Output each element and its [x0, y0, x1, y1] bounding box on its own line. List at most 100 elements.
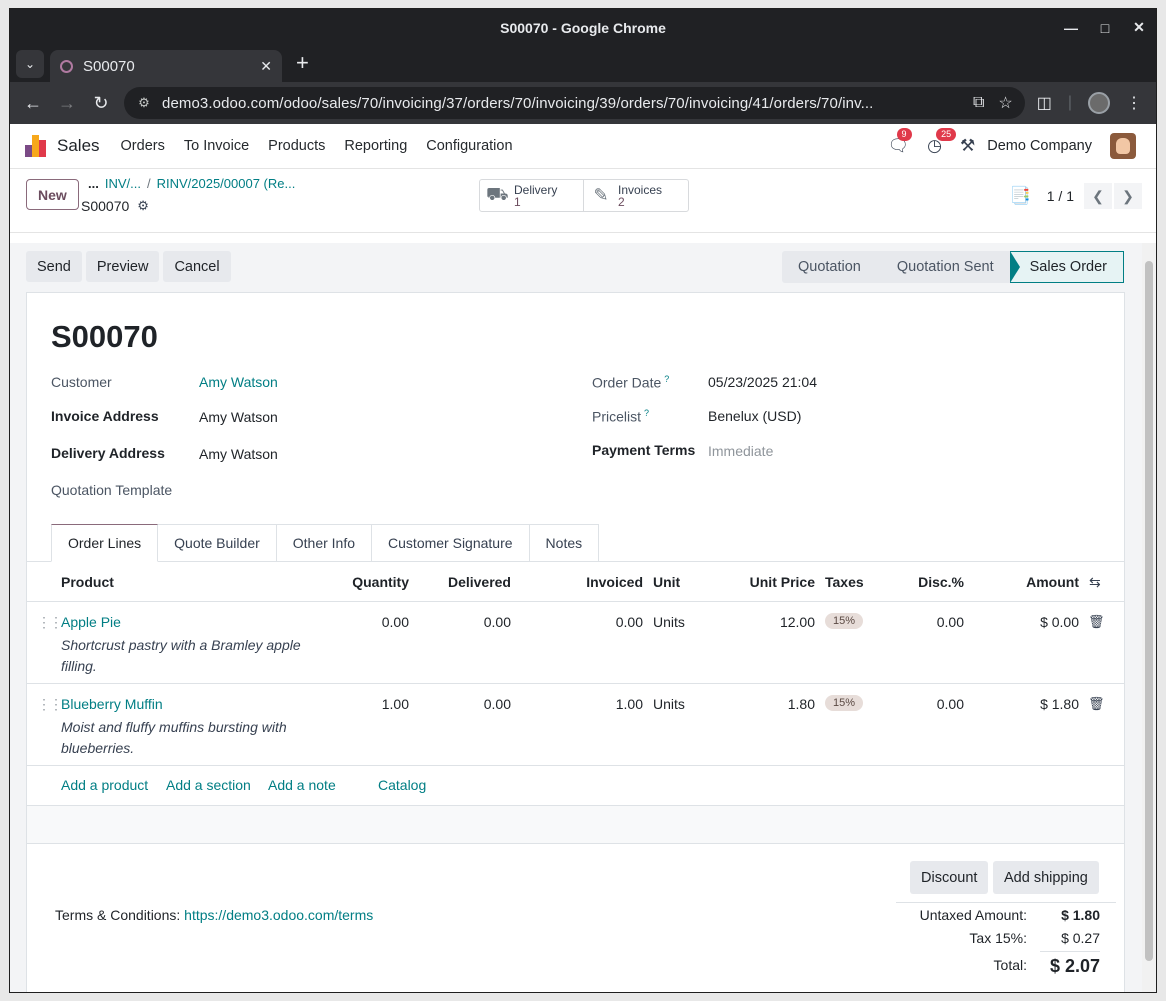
- activity-clock-icon[interactable]: ◷ 25: [927, 128, 957, 156]
- col-quantity[interactable]: Quantity: [327, 574, 409, 590]
- chat-icon[interactable]: 🗨 9: [888, 128, 912, 156]
- line-product[interactable]: Apple Pie: [61, 614, 121, 630]
- col-disc[interactable]: Disc.%: [897, 574, 964, 590]
- line-tax-badge[interactable]: 15%: [825, 695, 864, 711]
- tab-search-icon[interactable]: ⌄: [16, 50, 44, 78]
- tab-order-lines[interactable]: Order Lines: [51, 524, 159, 562]
- bookmark-icon[interactable]: 📑: [1010, 186, 1031, 206]
- address-bar[interactable]: ⚙ demo3.odoo.com/odoo/sales/70/invoicing…: [124, 87, 1025, 119]
- line-unit-price[interactable]: 1.80: [727, 696, 815, 712]
- breadcrumb-invoice[interactable]: INV/...: [105, 176, 141, 191]
- scrollbar[interactable]: [1142, 243, 1156, 992]
- line-disc[interactable]: 0.00: [897, 696, 964, 712]
- tab-customer-signature[interactable]: Customer Signature: [372, 524, 530, 562]
- back-icon[interactable]: ←: [18, 88, 48, 118]
- site-info-icon[interactable]: ⚙: [136, 95, 152, 111]
- maximize-icon[interactable]: □: [1088, 9, 1122, 46]
- col-delivered[interactable]: Delivered: [427, 574, 511, 590]
- optional-columns-icon[interactable]: ⇆: [1089, 574, 1101, 591]
- status-quotation-sent[interactable]: Quotation Sent: [876, 251, 1020, 283]
- sales-app-icon[interactable]: [25, 135, 47, 157]
- line-delivered[interactable]: 0.00: [427, 614, 511, 630]
- user-avatar[interactable]: [1110, 133, 1136, 159]
- add-section-link[interactable]: Add a section: [166, 777, 251, 793]
- close-window-icon[interactable]: ✕: [1122, 9, 1156, 46]
- col-invoiced[interactable]: Invoiced: [557, 574, 643, 590]
- terms-link[interactable]: https://demo3.odoo.com/terms: [184, 907, 373, 923]
- add-shipping-button[interactable]: Add shipping: [993, 861, 1099, 894]
- invoices-smart-button[interactable]: ✎ Invoices 2: [584, 180, 688, 211]
- customer-field[interactable]: Amy Watson: [199, 374, 278, 390]
- pricelist-help-icon[interactable]: ?: [644, 408, 649, 418]
- pager-value[interactable]: 1 / 1: [1047, 188, 1074, 204]
- breadcrumb-refund[interactable]: RINV/2025/00007 (Re...: [157, 176, 296, 191]
- col-unit-price[interactable]: Unit Price: [727, 574, 815, 590]
- col-amount[interactable]: Amount: [987, 574, 1079, 590]
- add-note-link[interactable]: Add a note: [268, 777, 336, 793]
- delete-line-icon[interactable]: 🗑: [1088, 696, 1105, 712]
- invoice-address-field[interactable]: Amy Watson: [199, 409, 278, 425]
- col-product[interactable]: Product: [61, 574, 114, 590]
- delivery-smart-button[interactable]: ⛟ Delivery 1: [480, 180, 584, 211]
- send-button[interactable]: Send: [26, 251, 82, 282]
- catalog-link[interactable]: Catalog: [378, 777, 426, 793]
- line-disc[interactable]: 0.00: [897, 614, 964, 630]
- breadcrumb-more[interactable]: ...: [88, 176, 99, 191]
- line-product[interactable]: Blueberry Muffin: [61, 696, 163, 712]
- drag-handle-icon[interactable]: ⋮⋮: [37, 614, 63, 631]
- menu-reporting[interactable]: Reporting: [344, 138, 407, 154]
- minimize-icon[interactable]: —: [1054, 9, 1088, 46]
- line-quantity[interactable]: 0.00: [327, 614, 409, 630]
- pager-next-icon[interactable]: ❯: [1114, 183, 1142, 209]
- add-product-link[interactable]: Add a product: [61, 777, 148, 793]
- order-date-field[interactable]: 05/23/2025 21:04: [708, 374, 817, 390]
- menu-configuration[interactable]: Configuration: [426, 138, 512, 154]
- discount-button[interactable]: Discount: [910, 861, 989, 894]
- preview-button[interactable]: Preview: [85, 251, 160, 282]
- profile-avatar[interactable]: [1088, 92, 1110, 114]
- status-quotation[interactable]: Quotation: [781, 251, 887, 283]
- bookmark-star-icon[interactable]: ☆: [998, 93, 1012, 113]
- tab-notes[interactable]: Notes: [529, 524, 600, 562]
- line-unit-price[interactable]: 12.00: [727, 614, 815, 630]
- table-row[interactable]: ⋮⋮ Blueberry Muffin Moist and fluffy muf…: [27, 684, 1124, 766]
- payment-terms-field[interactable]: Immediate: [708, 443, 773, 459]
- install-app-icon[interactable]: ⧉: [973, 94, 984, 112]
- reload-icon[interactable]: ↻: [86, 88, 116, 118]
- cancel-button[interactable]: Cancel: [163, 251, 231, 282]
- company-switcher[interactable]: Demo Company: [987, 138, 1092, 154]
- record-gear-icon[interactable]: ⚙: [137, 198, 149, 214]
- new-button[interactable]: New: [26, 179, 79, 210]
- menu-products[interactable]: Products: [268, 138, 325, 154]
- menu-orders[interactable]: Orders: [121, 138, 165, 154]
- order-date-help-icon[interactable]: ?: [664, 374, 669, 384]
- line-quantity[interactable]: 1.00: [327, 696, 409, 712]
- delivery-address-field[interactable]: Amy Watson: [199, 446, 278, 462]
- forward-icon[interactable]: →: [52, 88, 82, 118]
- col-taxes[interactable]: Taxes: [825, 574, 864, 590]
- line-tax-badge[interactable]: 15%: [825, 613, 864, 629]
- table-row[interactable]: ⋮⋮ Apple Pie Shortcrust pastry with a Br…: [27, 602, 1124, 684]
- delete-line-icon[interactable]: 🗑: [1088, 614, 1105, 630]
- extensions-icon[interactable]: ◫: [1037, 93, 1052, 113]
- pager-previous-icon[interactable]: ❮: [1084, 183, 1112, 209]
- chrome-menu-icon[interactable]: ⋮: [1126, 93, 1142, 113]
- new-tab-icon[interactable]: +: [296, 50, 309, 76]
- app-name[interactable]: Sales: [57, 136, 100, 156]
- line-unit[interactable]: Units: [653, 614, 685, 630]
- drag-handle-icon[interactable]: ⋮⋮: [37, 696, 63, 713]
- col-unit[interactable]: Unit: [653, 574, 680, 590]
- line-description[interactable]: Moist and fluffy muffins bursting with b…: [61, 717, 321, 759]
- menu-to-invoice[interactable]: To Invoice: [184, 138, 249, 154]
- status-sales-order[interactable]: Sales Order: [1009, 251, 1124, 283]
- scrollbar-thumb[interactable]: [1145, 261, 1153, 961]
- line-unit[interactable]: Units: [653, 696, 685, 712]
- pricelist-field[interactable]: Benelux (USD): [708, 408, 801, 424]
- browser-tab[interactable]: S00070 ✕: [50, 50, 282, 82]
- tab-quote-builder[interactable]: Quote Builder: [158, 524, 277, 562]
- debug-tools-icon[interactable]: ⚒: [960, 136, 975, 156]
- line-delivered[interactable]: 0.00: [427, 696, 511, 712]
- close-tab-icon[interactable]: ✕: [260, 58, 272, 75]
- tab-other-info[interactable]: Other Info: [276, 524, 373, 562]
- line-description[interactable]: Shortcrust pastry with a Bramley apple f…: [61, 635, 321, 677]
